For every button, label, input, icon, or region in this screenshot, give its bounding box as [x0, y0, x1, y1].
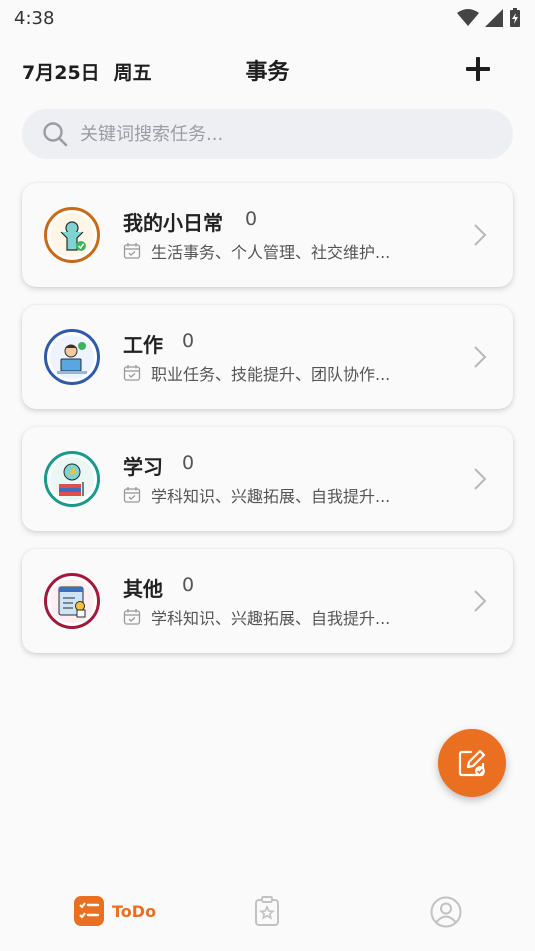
chevron-right-icon: [474, 468, 487, 490]
card-subtitle: 生活事务、个人管理、社交维护...: [151, 243, 391, 262]
study-icon: [44, 451, 100, 507]
search-bar[interactable]: [22, 109, 513, 159]
header: 7月25日 周五 事务: [0, 44, 535, 96]
chevron-right-icon: [474, 346, 487, 368]
status-icons: [457, 8, 521, 28]
wifi-icon: [457, 9, 479, 26]
other-icon: [44, 573, 100, 629]
card-subtitle-row: 生活事务、个人管理、社交维护...: [123, 239, 390, 263]
tab-todo[interactable]: ToDo: [74, 896, 156, 926]
page-title: 事务: [245, 60, 290, 85]
category-card-work[interactable]: 工作 0 职业任务、技能提升、团队协作...: [22, 305, 513, 409]
calendar-icon: [123, 609, 141, 625]
new-task-button[interactable]: [438, 729, 506, 797]
tab-profile[interactable]: [430, 896, 462, 928]
daily-life-icon: [44, 207, 100, 263]
signal-icon: [485, 9, 503, 27]
clipboard-star-icon: [255, 896, 279, 926]
search-icon: [43, 122, 68, 147]
status-bar: 4:38: [0, 0, 535, 36]
card-subtitle-row: 学科知识、兴趣拓展、自我提升...: [123, 605, 390, 629]
chevron-right-icon: [474, 590, 487, 612]
category-card-daily[interactable]: 我的小日常 0 生活事务、个人管理、社交维护...: [22, 183, 513, 287]
card-count: 0: [182, 330, 195, 352]
calendar-icon: [123, 243, 141, 259]
card-subtitle: 学科知识、兴趣拓展、自我提升...: [151, 487, 391, 506]
calendar-icon: [123, 365, 141, 381]
bottom-tab-bar: ToDo: [0, 872, 535, 951]
card-subtitle-row: 职业任务、技能提升、团队协作...: [123, 361, 390, 385]
tab-favorites[interactable]: [254, 896, 280, 926]
category-card-study[interactable]: 学习 0 学科知识、兴趣拓展、自我提升...: [22, 427, 513, 531]
card-subtitle: 职业任务、技能提升、团队协作...: [151, 365, 391, 384]
work-icon: [44, 329, 100, 385]
status-time: 4:38: [14, 7, 55, 29]
card-subtitle: 学科知识、兴趣拓展、自我提升...: [151, 609, 391, 628]
category-card-other[interactable]: 其他 0 学科知识、兴趣拓展、自我提升...: [22, 549, 513, 653]
card-title: 我的小日常: [123, 211, 223, 235]
profile-icon: [430, 896, 462, 928]
todo-list-icon: [74, 896, 104, 926]
card-title: 工作: [123, 333, 163, 357]
search-input[interactable]: [78, 122, 482, 146]
chevron-right-icon: [474, 224, 487, 246]
calendar-icon: [123, 487, 141, 503]
add-icon[interactable]: [465, 56, 491, 82]
card-count: 0: [245, 208, 258, 230]
card-count: 0: [182, 452, 195, 474]
card-subtitle-row: 学科知识、兴趣拓展、自我提升...: [123, 483, 390, 507]
card-count: 0: [182, 574, 195, 596]
tab-todo-label: ToDo: [112, 901, 157, 921]
card-title: 学习: [123, 455, 163, 479]
edit-icon: [458, 749, 486, 777]
card-title: 其他: [123, 577, 163, 601]
battery-icon: [510, 8, 520, 27]
